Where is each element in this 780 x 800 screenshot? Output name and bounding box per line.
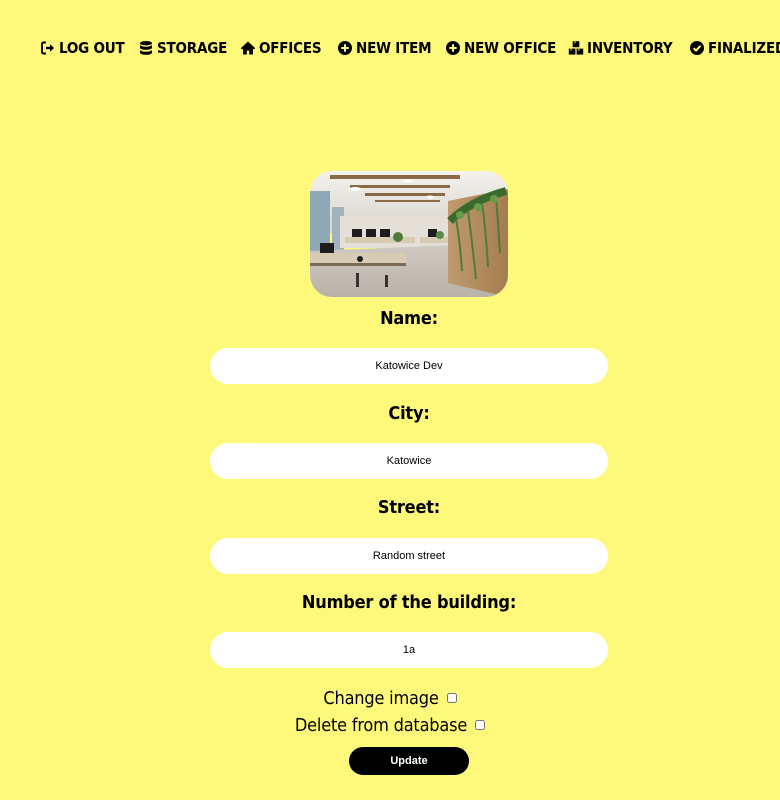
change-image-checkbox[interactable] bbox=[446, 693, 457, 703]
nav-logout-label: LOG OUT bbox=[59, 39, 125, 57]
name-input[interactable] bbox=[210, 348, 608, 384]
nav-offices-label: OFFICES bbox=[259, 39, 322, 57]
office-image bbox=[310, 171, 508, 297]
top-navigation: LOG OUT STORAGE OFFICES NEW ITEM NEW OFF… bbox=[0, 36, 780, 60]
check-circle-icon bbox=[689, 40, 705, 56]
nav-offices[interactable]: OFFICES bbox=[240, 36, 322, 60]
delete-row: Delete from database bbox=[0, 714, 780, 736]
nav-storage[interactable]: STORAGE bbox=[138, 36, 227, 60]
nav-new-item-label: NEW ITEM bbox=[356, 39, 432, 57]
city-label: City: bbox=[388, 403, 430, 424]
change-image-label: Change image bbox=[323, 687, 439, 709]
nav-new-office[interactable]: NEW OFFICE bbox=[445, 36, 556, 60]
database-icon bbox=[138, 40, 154, 56]
nav-new-office-label: NEW OFFICE bbox=[464, 39, 557, 57]
delete-from-database-checkbox[interactable] bbox=[475, 720, 486, 730]
nav-logout[interactable]: LOG OUT bbox=[40, 36, 125, 60]
plus-circle-icon bbox=[337, 40, 353, 56]
update-button[interactable]: Update bbox=[349, 747, 469, 775]
nav-new-item[interactable]: NEW ITEM bbox=[337, 36, 432, 60]
city-input[interactable] bbox=[210, 443, 608, 479]
nav-inventory[interactable]: INVENTORY bbox=[568, 36, 673, 60]
logout-icon bbox=[40, 40, 56, 56]
boxes-icon bbox=[568, 40, 584, 56]
building-number-input[interactable] bbox=[210, 632, 608, 668]
home-icon bbox=[240, 40, 256, 56]
nav-finalized-label: FINALIZED bbox=[708, 39, 780, 57]
nav-finalized[interactable]: FINALIZED bbox=[689, 36, 780, 60]
change-image-row: Change image bbox=[0, 687, 780, 709]
street-input[interactable] bbox=[210, 538, 608, 574]
name-label: Name: bbox=[380, 308, 438, 329]
nav-inventory-label: INVENTORY bbox=[587, 39, 673, 57]
plus-circle-icon bbox=[445, 40, 461, 56]
delete-from-database-label: Delete from database bbox=[294, 714, 468, 736]
street-label: Street: bbox=[377, 497, 441, 518]
building-number-label: Number of the building: bbox=[301, 592, 517, 613]
nav-storage-label: STORAGE bbox=[157, 39, 228, 57]
